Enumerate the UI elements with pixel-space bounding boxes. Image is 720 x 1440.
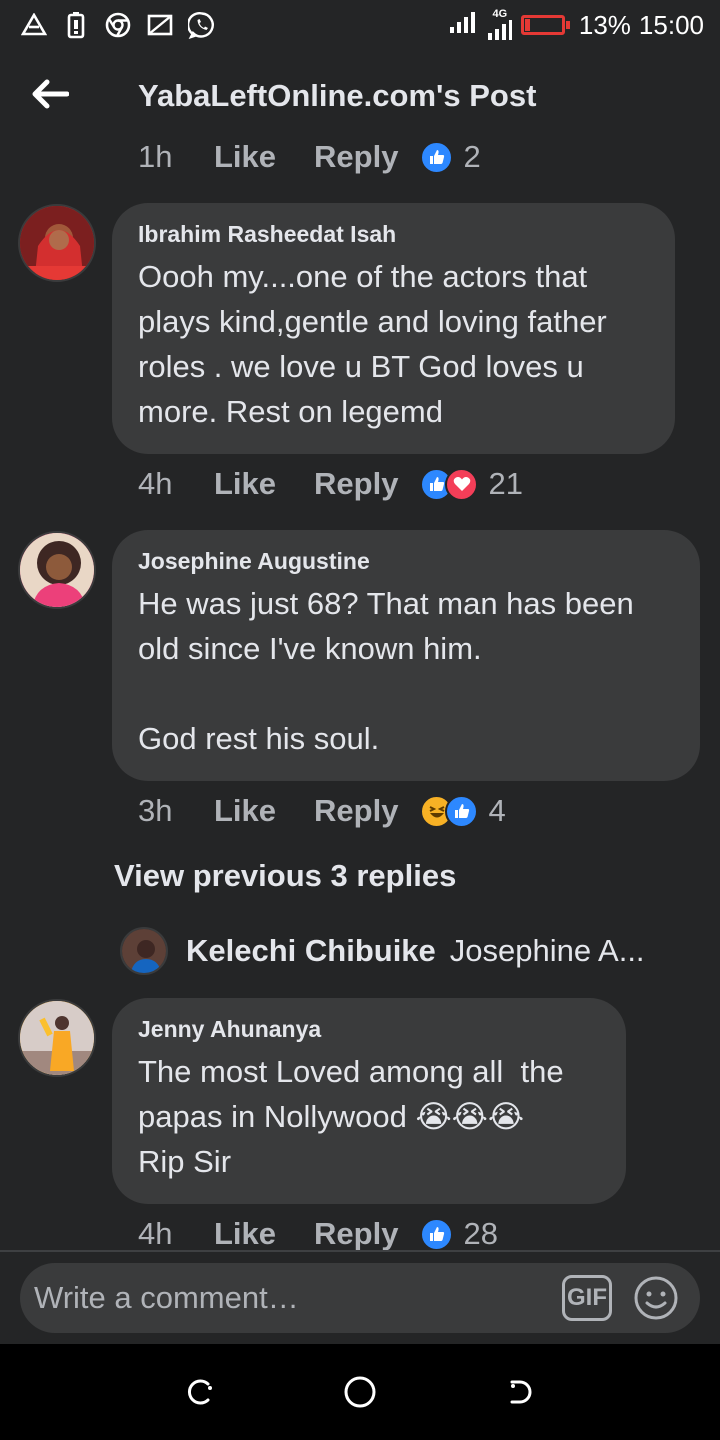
back-icon xyxy=(510,1380,532,1404)
drive-icon xyxy=(20,11,48,39)
profile-photo xyxy=(20,533,94,607)
reply-button[interactable]: Reply xyxy=(314,793,398,829)
reply-button[interactable]: Reply xyxy=(314,139,398,175)
like-reaction-icon xyxy=(420,1217,454,1251)
comment-composer: GIF xyxy=(20,1263,700,1333)
signal-icon xyxy=(449,10,479,41)
recent-apps-icon xyxy=(188,1379,212,1405)
back-nav-button[interactable] xyxy=(490,1362,550,1422)
like-button[interactable]: Like xyxy=(214,793,276,829)
profile-photo xyxy=(20,1001,94,1075)
battery-fill xyxy=(524,19,530,31)
reply-button[interactable]: Reply xyxy=(314,1216,398,1252)
comment-time: 4h xyxy=(138,1216,173,1251)
like-button[interactable]: Like xyxy=(214,1216,276,1252)
mobile-data-icon xyxy=(487,20,512,40)
reaction-count: 4 xyxy=(488,793,506,828)
cast-icon xyxy=(146,11,174,39)
battery-icon xyxy=(520,15,570,35)
reply-button[interactable]: Reply xyxy=(314,466,398,502)
avatar[interactable] xyxy=(18,204,96,282)
clock: 15:00 xyxy=(638,9,704,40)
comment-time: 3h xyxy=(138,793,173,828)
network-label: 4G xyxy=(492,8,508,20)
reaction-count: 21 xyxy=(488,466,523,501)
comment-actions: 1h Like Reply 2 xyxy=(138,135,481,179)
divider xyxy=(0,1250,720,1252)
comment-author[interactable]: Jenny Ahunanya xyxy=(138,1016,600,1043)
reaction-count: 2 xyxy=(463,139,481,174)
comment-input[interactable] xyxy=(34,1280,562,1316)
comment-time: 1h xyxy=(138,139,173,174)
comment-text: He was just 68? That man has been old si… xyxy=(138,586,634,756)
view-previous-replies-link[interactable]: View previous 3 replies xyxy=(114,858,456,894)
reactions[interactable] xyxy=(420,467,479,501)
profile-photo xyxy=(122,929,166,973)
comment-bubble: Jenny Ahunanya The most Loved among all … xyxy=(112,998,626,1204)
chrome-icon xyxy=(104,11,132,39)
battery-saver-icon xyxy=(62,11,90,39)
comment-text: The most Loved among all the papas in No… xyxy=(138,1054,564,1179)
status-bar: 4G 13% 15:00 xyxy=(0,0,720,50)
comment-author[interactable]: Josephine Augustine xyxy=(138,548,674,575)
avatar[interactable] xyxy=(18,531,96,609)
system-status: 4G 13% 15:00 xyxy=(449,9,704,41)
avatar[interactable] xyxy=(18,999,96,1077)
recent-apps-button[interactable] xyxy=(170,1362,230,1422)
reactions[interactable] xyxy=(420,140,454,174)
gif-button[interactable]: GIF xyxy=(562,1275,612,1321)
like-button[interactable]: Like xyxy=(214,466,276,502)
comment-time: 4h xyxy=(138,466,173,501)
comment-bubble: Josephine Augustine He was just 68? That… xyxy=(112,530,700,781)
page-title: YabaLeftOnline.com's Post xyxy=(138,78,537,113)
like-reaction-icon xyxy=(445,794,479,828)
back-button[interactable] xyxy=(0,60,100,132)
notification-icons xyxy=(20,11,216,39)
profile-photo xyxy=(20,206,94,280)
comment-actions: 4h Like Reply 21 xyxy=(138,462,523,506)
arrow-left-icon xyxy=(31,79,70,114)
reactions[interactable] xyxy=(420,794,479,828)
system-navigation-bar xyxy=(0,1344,720,1440)
love-reaction-icon xyxy=(445,467,479,501)
smiley-icon xyxy=(634,1276,678,1320)
comment-text: Oooh my....one of the actors that plays … xyxy=(138,259,616,429)
comment-author[interactable]: Ibrahim Rasheedat Isah xyxy=(138,221,649,248)
post-header: YabaLeftOnline.com's Post xyxy=(0,60,720,132)
emoji-button[interactable] xyxy=(632,1274,680,1322)
home-icon xyxy=(344,1376,376,1408)
reply-author: Kelechi Chibuike xyxy=(186,933,436,968)
comment-actions: 3h Like Reply 4 xyxy=(138,789,506,833)
whatsapp-icon xyxy=(188,11,216,39)
avatar xyxy=(120,927,168,975)
reply-snippet: Josephine A... xyxy=(449,933,645,968)
reactions[interactable] xyxy=(420,1217,454,1251)
home-button[interactable] xyxy=(330,1362,390,1422)
network-type-indicator: 4G xyxy=(487,9,513,41)
reaction-count: 28 xyxy=(463,1216,498,1251)
comment-bubble: Ibrahim Rasheedat Isah Oooh my....one of… xyxy=(112,203,675,454)
battery-percent: 13% xyxy=(578,9,631,40)
like-reaction-icon xyxy=(420,140,454,174)
reply-preview[interactable]: Kelechi Chibuike Josephine A... xyxy=(120,926,645,976)
like-button[interactable]: Like xyxy=(214,139,276,175)
